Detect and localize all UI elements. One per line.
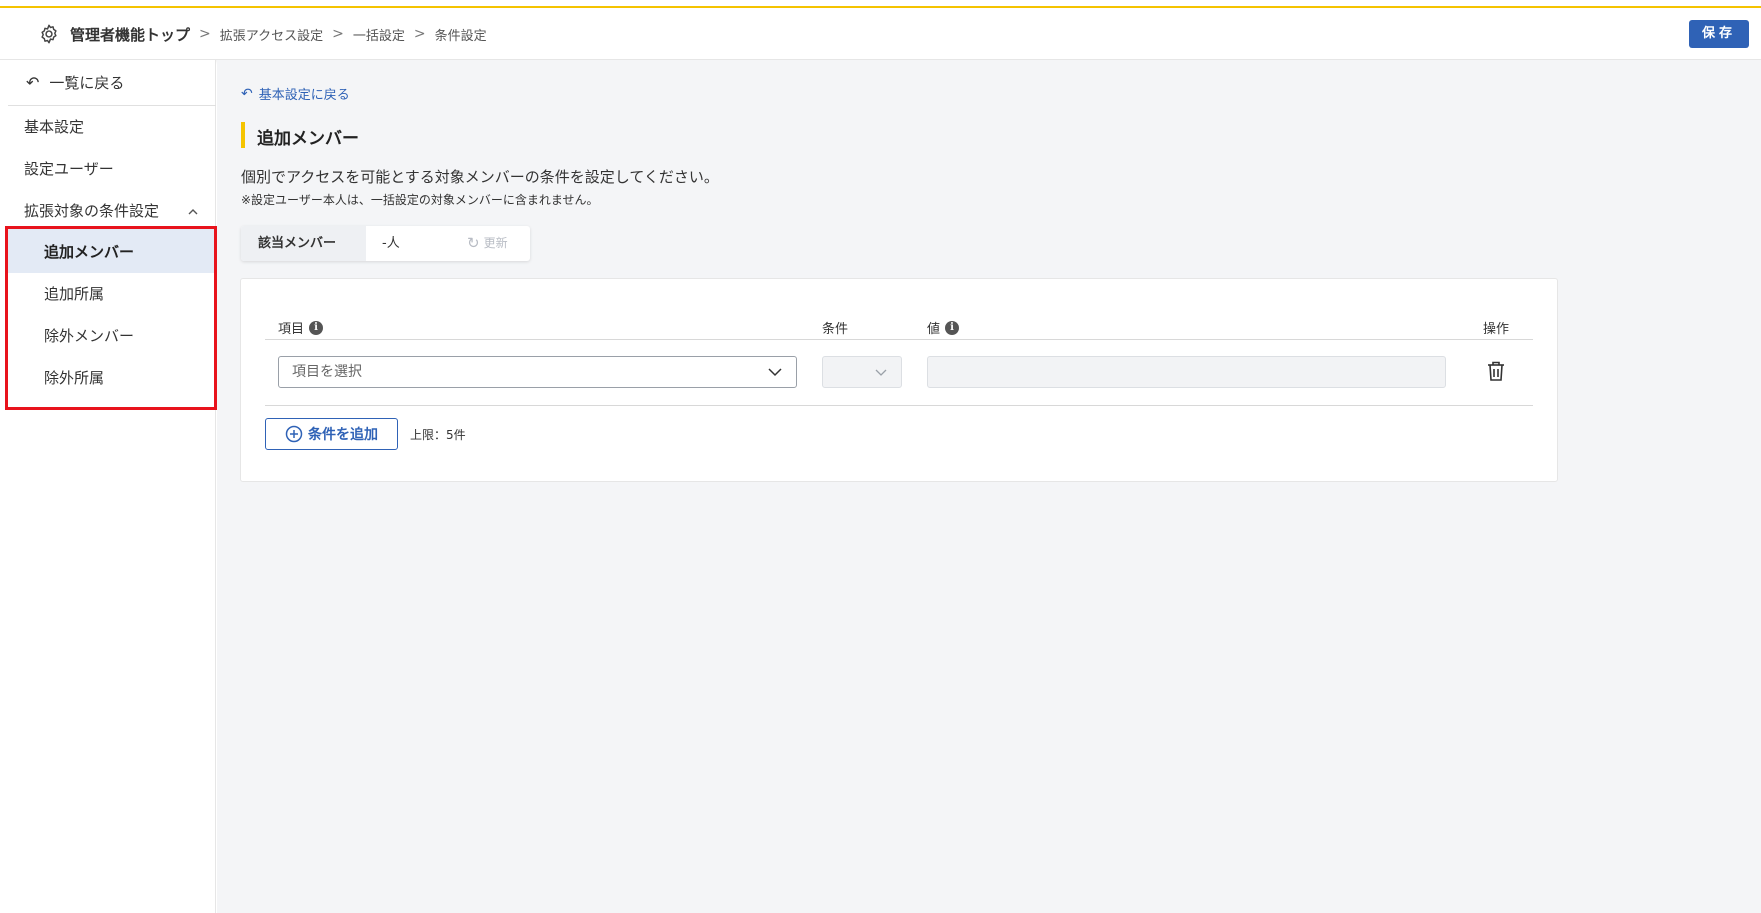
highlight-box: [5, 226, 217, 410]
column-header-item-label: 項目: [278, 322, 305, 337]
info-icon[interactable]: i: [309, 320, 324, 335]
member-count-label: 該当メンバー: [241, 226, 366, 261]
table-row-divider: [265, 405, 1533, 406]
column-header-actions: 操作: [1483, 318, 1509, 337]
breadcrumb-separator: >: [332, 26, 344, 42]
trash-icon[interactable]: [1486, 360, 1506, 382]
chevron-down-icon: [768, 368, 782, 377]
sidebar: ↶ 一覧に戻る 基本設定 設定ユーザー 拡張対象の条件設定 追加メンバー 追加所…: [0, 60, 217, 913]
info-icon[interactable]: i: [945, 320, 960, 335]
header: 管理者機能トップ > 拡張アクセス設定 > 一括設定 > 条件設定 保存: [0, 8, 1761, 60]
save-button[interactable]: 保存: [1689, 20, 1749, 48]
main-content: ↶ 基本設定に戻る 追加メンバー 個別でアクセスを可能とする対象メンバーの条件を…: [217, 60, 1761, 913]
value-input[interactable]: [927, 356, 1446, 388]
add-condition-button[interactable]: 条件を追加: [265, 418, 398, 450]
add-condition-label: 条件を追加: [308, 427, 378, 443]
item-select[interactable]: 項目を選択: [278, 356, 797, 388]
breadcrumb: 管理者機能トップ > 拡張アクセス設定 > 一括設定 > 条件設定: [38, 22, 487, 46]
member-count-value: -人: [382, 236, 400, 251]
condition-limit-text: 上限：5件: [410, 428, 466, 442]
return-arrow-icon: ↶: [241, 85, 253, 102]
breadcrumb-item-extended-access[interactable]: 拡張アクセス設定: [220, 25, 323, 44]
column-header-condition: 条件: [822, 318, 848, 337]
breadcrumb-separator: >: [413, 26, 426, 42]
condition-select[interactable]: [822, 356, 902, 388]
column-header-condition-label: 条件: [822, 322, 849, 337]
refresh-icon: ↻: [467, 234, 480, 252]
chevron-down-icon: [875, 369, 887, 376]
back-to-basic-settings-link[interactable]: ↶ 基本設定に戻る: [241, 84, 350, 104]
conditions-card: 項目 i 条件 値 i 操作 項目を選択 条件を追加 上限：5件: [240, 278, 1558, 482]
chevron-up-icon[interactable]: [187, 206, 199, 218]
breadcrumb-separator: >: [199, 26, 211, 42]
column-header-value-label: 値: [927, 322, 941, 337]
column-header-item: 項目 i: [278, 318, 324, 337]
plus-circle-icon: [285, 425, 303, 443]
member-count-box: 該当メンバー -人 ↻ 更新: [241, 226, 530, 261]
refresh-button[interactable]: ↻ 更新: [467, 226, 508, 261]
sidebar-item-condition-settings[interactable]: 拡張対象の条件設定: [24, 200, 159, 221]
refresh-label: 更新: [483, 236, 508, 250]
section-description: 個別でアクセスを可能とする対象メンバーの条件を設定してください。: [241, 168, 719, 186]
breadcrumb-item-bulk-settings[interactable]: 一括設定: [353, 25, 405, 44]
gear-icon[interactable]: [38, 23, 60, 45]
back-to-list-link[interactable]: ↶ 一覧に戻る: [8, 60, 216, 106]
back-to-basic-settings-label: 基本設定に戻る: [258, 88, 350, 103]
sidebar-item-setting-users[interactable]: 設定ユーザー: [24, 158, 114, 179]
sidebar-item-basic-settings[interactable]: 基本設定: [24, 116, 84, 137]
back-to-list-label: 一覧に戻る: [49, 74, 125, 92]
breadcrumb-item-condition-settings: 条件設定: [434, 28, 487, 44]
section-title-accent: [241, 122, 245, 148]
item-select-placeholder: 項目を選択: [292, 364, 362, 380]
section-title: 追加メンバー: [257, 129, 359, 149]
column-header-actions-label: 操作: [1483, 322, 1510, 337]
section-note: ※設定ユーザー本人は、一括設定の対象メンバーに含まれません。: [241, 193, 599, 207]
column-header-value: 値 i: [927, 318, 960, 337]
breadcrumb-top[interactable]: 管理者機能トップ: [70, 24, 190, 45]
table-header-divider: [265, 339, 1533, 340]
return-arrow-icon: ↶: [26, 73, 40, 92]
